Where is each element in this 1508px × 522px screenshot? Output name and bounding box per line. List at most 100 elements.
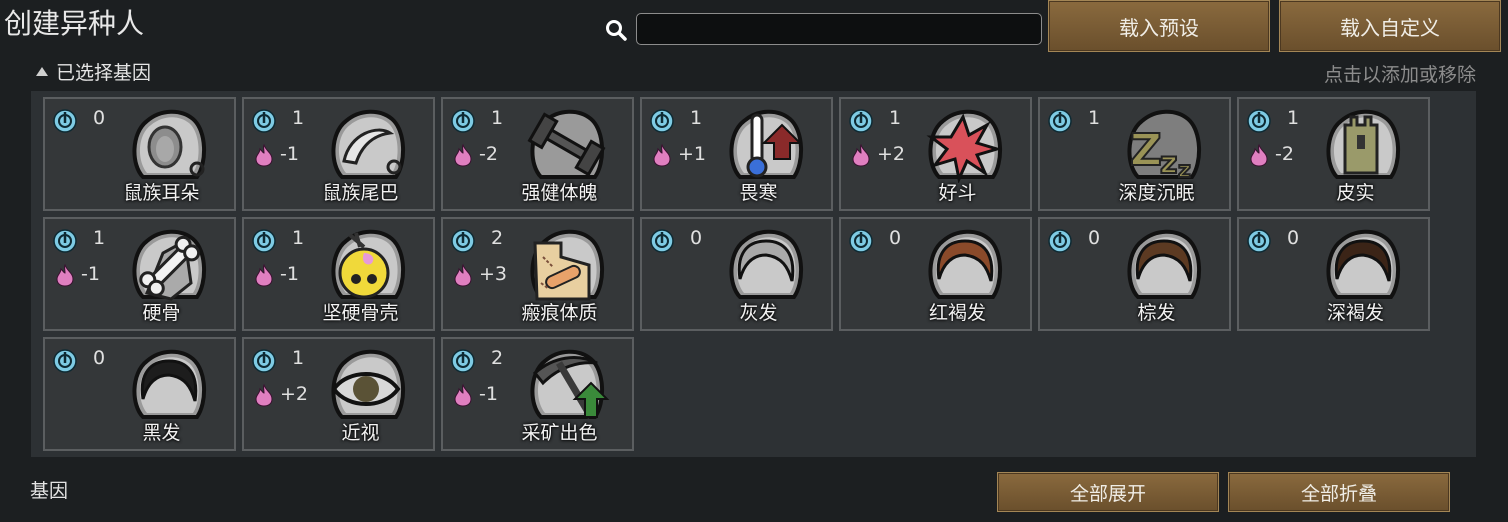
metabolism-flame-icon (454, 143, 472, 167)
gene-name: 近视 (341, 422, 380, 444)
metabolism-flame-icon (1250, 143, 1268, 167)
add-remove-hint: 点击以添加或移除 (1323, 64, 1476, 86)
complexity-value: 1 (889, 107, 902, 129)
metabolism-flame-icon (454, 263, 472, 287)
gene-card-hair-14[interactable]: 0 黑发 (43, 337, 236, 451)
complexity-value: 0 (889, 227, 902, 249)
complexity-value: 0 (690, 227, 703, 249)
hair-icon (132, 349, 207, 419)
expand-all-button[interactable]: 全部展开 (997, 472, 1219, 512)
load-custom-button[interactable]: 载入自定义 (1279, 0, 1501, 52)
complexity-value: 1 (491, 107, 504, 129)
gene-card-hair-12[interactable]: 0 棕发 (1038, 217, 1231, 331)
gene-name: 鼠族尾巴 (322, 182, 399, 204)
complexity-icon (451, 349, 475, 373)
metabolism-value: -1 (81, 263, 100, 285)
gene-card-scar-9[interactable]: 2 +3 瘢痕体质 (441, 217, 634, 331)
complexity-icon (1247, 229, 1271, 253)
metabolism-value: -2 (479, 143, 498, 165)
gene-card-hair-13[interactable]: 0 深褐发 (1237, 217, 1430, 331)
complexity-value: 0 (1287, 227, 1300, 249)
gene-name: 深度沉眠 (1118, 182, 1195, 204)
hair-icon (1127, 229, 1202, 299)
burst-icon (926, 109, 1003, 183)
gene-name: 畏寒 (739, 182, 778, 204)
gene-card-burst-4[interactable]: 1 +2 好斗 (839, 97, 1032, 211)
gene-name: 坚硬骨壳 (322, 302, 399, 324)
complexity-icon (53, 109, 77, 133)
load-preset-button[interactable]: 载入预设 (1048, 0, 1270, 52)
selected-genes-header[interactable]: 已选择基因 (36, 58, 151, 85)
complexity-value: 0 (1088, 227, 1101, 249)
gene-card-ear-0[interactable]: 0 鼠族耳朵 (43, 97, 236, 211)
metabolism-value: -2 (1275, 143, 1294, 165)
gene-card-tower-6[interactable]: 1 -2 皮实 (1237, 97, 1430, 211)
metabolism-value: +2 (280, 383, 309, 405)
complexity-icon (53, 349, 77, 373)
sleep-icon: Z z z (1127, 109, 1202, 183)
svg-text:Z: Z (1130, 125, 1162, 176)
gene-name: 采矿出色 (521, 422, 598, 444)
gene-card-eye-15[interactable]: 1 +2 近视 (242, 337, 435, 451)
gene-card-thermometer-3[interactable]: 1 +1 畏寒 (640, 97, 833, 211)
dumbbell-icon (527, 109, 606, 179)
tail-icon (331, 109, 406, 179)
metabolism-value: -1 (280, 263, 299, 285)
complexity-value: 1 (1287, 107, 1300, 129)
gene-card-dumbbell-2[interactable]: 1 -2 强健体魄 (441, 97, 634, 211)
complexity-value: 1 (292, 107, 305, 129)
gene-name: 黑发 (142, 422, 181, 444)
thermometer-icon (729, 109, 804, 179)
complexity-icon (451, 229, 475, 253)
collapse-all-button[interactable]: 全部折叠 (1228, 472, 1450, 512)
complexity-value: 2 (491, 347, 504, 369)
skull-icon (331, 229, 406, 299)
complexity-icon (849, 229, 873, 253)
gene-name: 红褐发 (928, 302, 986, 324)
gene-name: 鼠族耳朵 (123, 182, 200, 204)
gene-card-tail-1[interactable]: 1 -1 鼠族尾巴 (242, 97, 435, 211)
gene-card-sleep-5[interactable]: 1 Z z z 深度沉眠 (1038, 97, 1231, 211)
gene-name: 皮实 (1336, 182, 1375, 204)
metabolism-value: -1 (479, 383, 498, 405)
gene-name: 强健体魄 (521, 182, 598, 204)
metabolism-value: +3 (479, 263, 508, 285)
gene-card-hair-11[interactable]: 0 红褐发 (839, 217, 1032, 331)
complexity-value: 0 (93, 107, 106, 129)
complexity-value: 1 (93, 227, 106, 249)
complexity-icon (451, 109, 475, 133)
complexity-icon (1048, 109, 1072, 133)
hair-icon (928, 229, 1003, 299)
complexity-value: 1 (1088, 107, 1101, 129)
gene-card-hair-10[interactable]: 0 灰发 (640, 217, 833, 331)
complexity-icon (1048, 229, 1072, 253)
gene-card-bone-7[interactable]: 1 -1 硬骨 (43, 217, 236, 331)
complexity-icon (650, 109, 674, 133)
complexity-value: 1 (292, 227, 305, 249)
gene-card-skull-8[interactable]: 1 -1 坚硬骨壳 (242, 217, 435, 331)
metabolism-value: +2 (877, 143, 906, 165)
window-title: 创建异种人 (4, 7, 145, 40)
metabolism-flame-icon (255, 383, 273, 407)
gene-name: 硬骨 (142, 302, 181, 324)
metabolism-value: -1 (280, 143, 299, 165)
hair-icon (729, 229, 804, 299)
metabolism-flame-icon (255, 263, 273, 287)
scar-icon (530, 229, 605, 301)
complexity-value: 0 (93, 347, 106, 369)
complexity-icon (252, 349, 276, 373)
collapse-triangle-icon (36, 67, 48, 76)
hair-icon (1326, 229, 1401, 299)
tower-icon (1326, 109, 1401, 179)
gene-card-pickaxe-16[interactable]: 2 -1 采矿出色 (441, 337, 634, 451)
svg-text:z: z (1160, 146, 1177, 181)
complexity-value: 2 (491, 227, 504, 249)
search-input[interactable] (636, 13, 1042, 45)
complexity-icon (252, 229, 276, 253)
complexity-icon (252, 109, 276, 133)
selected-genes-label: 已选择基因 (56, 62, 152, 84)
search-icon (606, 20, 627, 41)
gene-grid: 0 鼠族耳朵 1 -1 鼠族尾巴 1 -2 强健体魄 1 +1 畏寒 1 +2 … (43, 97, 1430, 451)
metabolism-flame-icon (653, 143, 671, 167)
complexity-icon (849, 109, 873, 133)
